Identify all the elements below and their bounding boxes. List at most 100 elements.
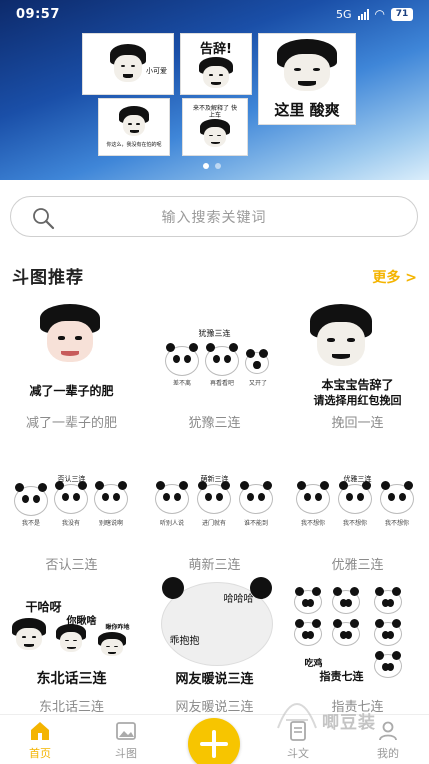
meme-caption: 犹豫三连 [188,416,241,431]
panda-face [296,481,330,514]
panda-face [294,619,322,646]
plus-icon-vertical [212,730,216,758]
meme-overlay-text: 减了一辈子的肥 [29,384,114,398]
panda-face [239,481,273,514]
panda-face [374,587,402,614]
panda-face [338,481,372,514]
panda-face [245,349,269,374]
meme-face [56,624,86,654]
nav-label: 我的 [377,747,399,760]
home-icon [31,722,49,740]
panda-label: 进门就有 [201,520,226,527]
meme-face [199,56,233,91]
status-bar: 09:57 5G ◠ 71 [0,0,429,28]
meme-caption: 东北话三连 [38,700,104,715]
signal-icon [357,8,369,20]
panda-face [332,619,360,646]
panda-label: 听别人说 [159,520,184,527]
meme-caption: 网友暖说三连 [175,700,254,715]
meme-face [277,38,337,95]
meme-thumbnail: 本宝宝告辞了 请选择用红包挽回 [286,300,429,410]
nav-item-doutu[interactable]: 斗图 [96,719,156,761]
banner-meme[interactable]: 你这么，我没有在怕的呢 [98,98,170,156]
banner-meme[interactable]: 告辞! [180,33,252,95]
network-type: 5G [335,7,352,21]
panda-face [165,343,199,376]
banner-meme[interactable]: 这里 酸爽 [258,33,356,125]
panda-label: 我不想你 [342,520,367,527]
banner-meme-caption: 来不及解释了 快上车 [193,105,237,119]
meme-thumbnail: 否认三连 我不是 我没有 别瞎说啊 [0,442,143,552]
crying-girl-image [40,304,100,366]
panda-label: 又开了 [248,380,267,387]
panda-face [197,481,231,514]
meme-caption: 减了一辈子的肥 [25,416,117,431]
panda-face [294,587,322,614]
banner-meme[interactable]: 来不及解释了 快上车 [182,98,248,156]
nav-label: 首页 [29,747,51,760]
meme-thumbnail: 减了一辈子的肥 [0,300,143,410]
banner-meme-caption: 告辞! [200,41,232,57]
meme-face [200,119,230,149]
meme-caption: 萌新三连 [188,558,241,573]
document-icon [290,721,306,741]
meme-overlay-text: 乖抱抱 [169,636,200,647]
status-icons: 5G ◠ 71 [336,7,413,21]
status-time: 09:57 [16,6,60,22]
nav-item-home[interactable]: 首页 [10,719,70,761]
panda-face [374,619,402,646]
meme-face [12,618,46,652]
carousel-dot[interactable] [203,163,209,169]
carousel-dots[interactable] [203,163,221,169]
watermark-text: 唧豆装 [322,713,376,733]
panda-label: 我不想你 [300,520,325,527]
meme-overlay-text: 网友暖说三连 [175,672,254,687]
panda-label: 我不想你 [384,520,409,527]
nav-label: 斗图 [115,747,137,760]
more-link[interactable]: 更多 > [372,267,417,287]
search-bar[interactable]: 输入搜索关键词 [10,196,418,237]
meme-thumbnail: 吃鸡 指责七连 [286,584,429,694]
meme-caption: 否认三连 [45,558,98,573]
panda-label: 别瞎说啊 [98,520,123,527]
wifi-icon: ◠ [374,7,385,21]
carousel-dot[interactable] [215,163,221,169]
panda-label: 我不是 [21,520,40,527]
panda-face [380,481,414,514]
panda-label: 我没有 [61,520,80,527]
section-title: 斗图推荐 [12,268,84,288]
nav-item-douwen[interactable]: 斗文 [268,719,328,761]
panda-face [155,481,189,514]
meme-caption: 优雅三连 [331,558,384,573]
meme-face [119,106,149,138]
panda-face [205,343,239,376]
panda-face [14,483,48,516]
meme-face [110,44,146,84]
search-icon [33,208,55,230]
banner-meme-caption: 你这么，我没有在怕的呢 [106,142,162,148]
banner-meme-caption: 小可爱 [146,67,167,75]
create-button[interactable] [188,718,240,764]
meme-overlay-text: 犹豫三连 [198,329,231,338]
meme-caption: 挽回一连 [331,416,384,431]
image-icon [116,722,136,740]
panda-face [54,481,88,514]
meme-thumbnail: 哈哈哈 乖抱抱 网友暖说三连 [143,577,286,694]
panda-label: 差不离 [172,380,191,387]
panda-label: 再看看吧 [209,380,234,387]
meme-overlay-text: 请选择用红包挽回 [313,394,402,407]
search-input[interactable]: 输入搜索关键词 [162,207,267,227]
person-icon [379,721,397,741]
meme-thumbnail: 优雅三连 我不想你 我不想你 我不想你 [286,442,429,552]
meme-thumbnail: 萌新三连 听别人说 进门就有 谁不能到 [143,442,286,552]
banner-carousel[interactable]: 09:57 5G ◠ 71 小可爱 告辞! 这里 酸爽 你这么，我没有在怕的呢 … [0,0,429,180]
meme-overlay-text: 指责七连 [319,670,364,683]
meme-overlay-text: 东北话三连 [36,671,107,687]
panda-face [332,587,360,614]
banner-meme-caption: 这里 酸爽 [274,100,340,119]
banner-meme[interactable]: 小可爱 [82,33,174,95]
meme-thumbnail: 犹豫三连 差不离 再看看吧 又开了 [143,300,286,410]
meme-overlay-text: 本宝宝告辞了 [321,378,394,392]
meme-face [310,304,372,370]
battery-icon: 71 [391,7,413,21]
